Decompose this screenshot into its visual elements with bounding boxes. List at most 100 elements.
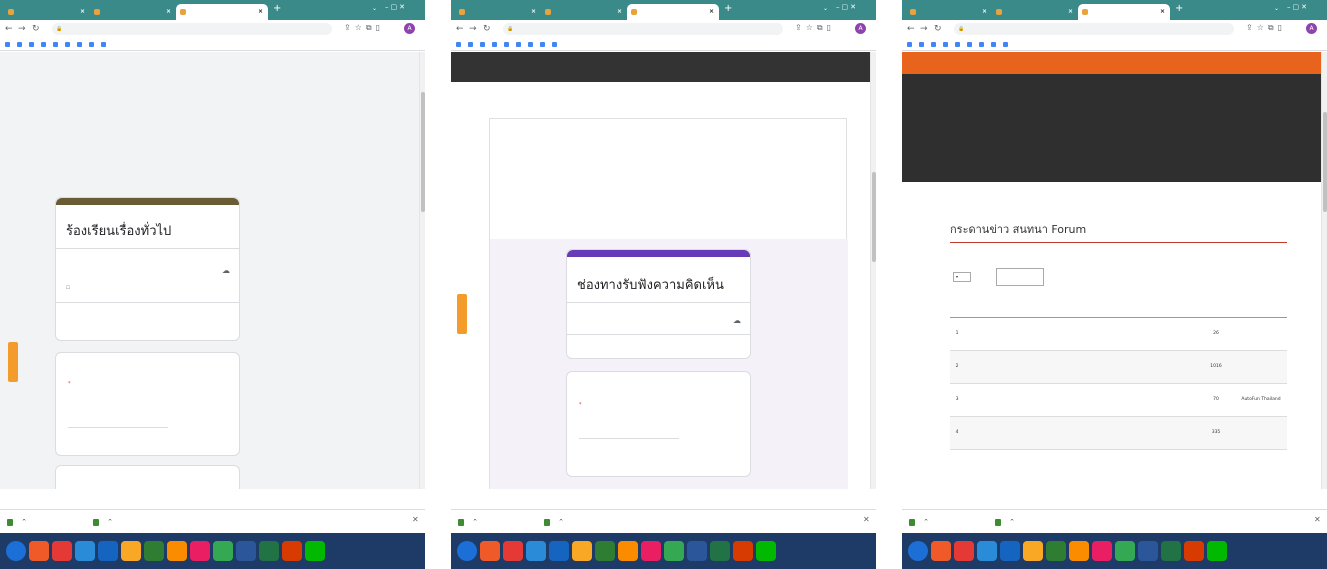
scrollbar-thumb[interactable] bbox=[421, 92, 425, 212]
forward-icon[interactable]: → bbox=[469, 24, 477, 34]
excel-icon[interactable] bbox=[733, 541, 753, 561]
tab-2[interactable]: × bbox=[541, 4, 627, 20]
tab-close-icon[interactable]: × bbox=[982, 4, 987, 20]
download-item[interactable]: ^ bbox=[994, 516, 1014, 528]
bookmark-item[interactable] bbox=[1003, 38, 1010, 50]
bookmark-item[interactable] bbox=[5, 38, 12, 50]
excel-icon[interactable] bbox=[1184, 541, 1204, 561]
pdf-reader-icon[interactable] bbox=[52, 541, 72, 561]
tab-1[interactable]: × bbox=[4, 4, 90, 20]
chrome-icon[interactable] bbox=[664, 541, 684, 561]
forward-icon[interactable]: → bbox=[18, 24, 26, 34]
tab-search-chevron-icon[interactable]: ⌄ bbox=[823, 5, 828, 12]
start-orb-icon[interactable] bbox=[457, 541, 477, 561]
reload-icon[interactable]: ↻ bbox=[483, 24, 491, 34]
close-icon[interactable]: ✕ bbox=[412, 515, 419, 524]
bookmark-item[interactable] bbox=[89, 38, 96, 50]
bookmark-item[interactable] bbox=[943, 38, 950, 50]
tab-1[interactable]: × bbox=[455, 4, 541, 20]
answer-input[interactable] bbox=[579, 434, 679, 439]
url-field[interactable]: 🔒 bbox=[954, 23, 1234, 35]
scrollbar-thumb[interactable] bbox=[1323, 112, 1327, 212]
tab-close-icon[interactable]: × bbox=[1068, 4, 1073, 20]
tab-close-icon[interactable]: × bbox=[709, 4, 714, 20]
download-item[interactable]: ^ bbox=[543, 516, 563, 528]
download-item[interactable]: ^ bbox=[92, 516, 112, 528]
bookmark-item[interactable] bbox=[492, 38, 499, 50]
tab-close-icon[interactable]: × bbox=[80, 4, 85, 20]
reload-icon[interactable]: ↻ bbox=[32, 24, 40, 34]
bookmark-item[interactable] bbox=[979, 38, 986, 50]
scrollbar[interactable] bbox=[1321, 52, 1327, 489]
firefox-icon[interactable] bbox=[618, 541, 638, 561]
profile-avatar[interactable]: A bbox=[1306, 23, 1317, 34]
media-player-icon[interactable] bbox=[480, 541, 500, 561]
profile-avatar[interactable]: A bbox=[855, 23, 866, 34]
chevron-up-icon[interactable]: ^ bbox=[1010, 519, 1014, 525]
firefox-icon[interactable] bbox=[1069, 541, 1089, 561]
paint-icon[interactable] bbox=[1092, 541, 1112, 561]
explorer-icon[interactable] bbox=[236, 541, 256, 561]
bookmark-item[interactable] bbox=[41, 38, 48, 50]
bookmark-item[interactable] bbox=[101, 38, 108, 50]
pdf-reader-icon[interactable] bbox=[954, 541, 974, 561]
word-app-icon[interactable] bbox=[144, 541, 164, 561]
excel-icon[interactable] bbox=[282, 541, 302, 561]
url-field[interactable]: 🔒 bbox=[52, 23, 332, 35]
window-controls-icon[interactable]: –▢✕ bbox=[1287, 3, 1309, 11]
tab-2[interactable]: × bbox=[90, 4, 176, 20]
media-player-icon[interactable] bbox=[29, 541, 49, 561]
tab-close-icon[interactable]: × bbox=[531, 4, 536, 20]
firefox-icon[interactable] bbox=[167, 541, 187, 561]
toolbar-actions-icon[interactable]: ⇪☆⧉▯ bbox=[1246, 23, 1286, 33]
ie-browser-icon[interactable] bbox=[75, 541, 95, 561]
close-icon[interactable]: ✕ bbox=[1314, 515, 1321, 524]
profile-avatar[interactable]: A bbox=[404, 23, 415, 34]
tab-3-active[interactable]: × bbox=[627, 4, 719, 20]
download-item[interactable]: ^ bbox=[6, 516, 26, 528]
download-item[interactable]: ^ bbox=[457, 516, 477, 528]
word-doc-icon[interactable] bbox=[1161, 541, 1181, 561]
tab-close-icon[interactable]: × bbox=[166, 4, 171, 20]
tab-3-active[interactable]: × bbox=[176, 4, 268, 20]
window-controls-icon[interactable]: –▢✕ bbox=[836, 3, 858, 11]
bookmark-item[interactable] bbox=[955, 38, 962, 50]
pdf-reader-icon[interactable] bbox=[503, 541, 523, 561]
ie-browser-icon[interactable] bbox=[977, 541, 997, 561]
bookmark-item[interactable] bbox=[456, 38, 463, 50]
chevron-up-icon[interactable]: ^ bbox=[559, 519, 563, 525]
toolbar-actions-icon[interactable]: ⇪☆⧉▯ bbox=[795, 23, 835, 33]
bookmark-item[interactable] bbox=[53, 38, 60, 50]
new-tab-icon[interactable]: + bbox=[724, 3, 732, 14]
search-input[interactable] bbox=[996, 268, 1045, 286]
paint-icon[interactable] bbox=[641, 541, 661, 561]
media-player-icon[interactable] bbox=[931, 541, 951, 561]
explorer-icon[interactable] bbox=[1138, 541, 1158, 561]
tab-3-active[interactable]: × bbox=[1078, 4, 1170, 20]
new-tab-icon[interactable]: + bbox=[1175, 3, 1183, 14]
folder-icon[interactable] bbox=[1023, 541, 1043, 561]
bookmark-item[interactable] bbox=[540, 38, 547, 50]
side-widget-tab[interactable] bbox=[8, 342, 18, 382]
forward-icon[interactable]: → bbox=[920, 24, 928, 34]
scrollbar[interactable] bbox=[870, 52, 876, 489]
bookmark-item[interactable] bbox=[528, 38, 535, 50]
chevron-up-icon[interactable]: ^ bbox=[924, 519, 928, 525]
line-app-icon[interactable] bbox=[756, 541, 776, 561]
bookmark-item[interactable] bbox=[552, 38, 559, 50]
tab-search-chevron-icon[interactable]: ⌄ bbox=[372, 5, 377, 12]
bookmark-item[interactable] bbox=[516, 38, 523, 50]
answer-input[interactable] bbox=[68, 423, 168, 428]
per-page-select[interactable]: ▾ bbox=[953, 272, 971, 282]
download-item[interactable]: ^ bbox=[908, 516, 928, 528]
bookmark-item[interactable] bbox=[504, 38, 511, 50]
scrollbar-thumb[interactable] bbox=[872, 172, 876, 262]
scrollbar[interactable] bbox=[419, 52, 425, 489]
bookmark-item[interactable] bbox=[468, 38, 475, 50]
bookmark-item[interactable] bbox=[77, 38, 84, 50]
paint-icon[interactable] bbox=[190, 541, 210, 561]
tab-close-icon[interactable]: × bbox=[258, 4, 263, 20]
folder-icon[interactable] bbox=[572, 541, 592, 561]
explorer-icon[interactable] bbox=[687, 541, 707, 561]
back-icon[interactable]: ← bbox=[5, 24, 13, 34]
